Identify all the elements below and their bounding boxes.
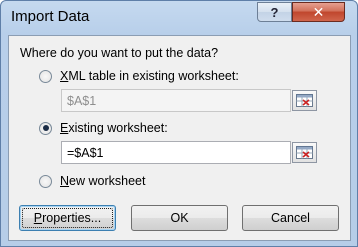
radio-button[interactable] (39, 174, 52, 188)
question-label: Where do you want to put the data? (20, 46, 219, 60)
help-icon: ? (270, 4, 279, 20)
radio-button[interactable] (39, 121, 52, 135)
radio-label: New worksheet (60, 174, 146, 188)
cancel-label: Cancel (271, 211, 310, 225)
xml-range-select-button (292, 90, 317, 111)
window-title: Import Data (11, 8, 90, 25)
radio-label: Existing worksheet: (60, 121, 168, 135)
radio-button[interactable] (39, 69, 52, 83)
help-button[interactable]: ? (257, 2, 292, 22)
ok-button[interactable]: OK (131, 205, 228, 231)
close-icon: ✕ (312, 3, 325, 20)
focus-ring (22, 208, 113, 228)
title-bar[interactable]: Import Data ? ✕ (1, 1, 357, 34)
range-select-icon (296, 94, 313, 107)
radio-existing-worksheet[interactable]: Existing worksheet: (39, 121, 168, 135)
close-button[interactable]: ✕ (292, 2, 345, 22)
properties-button[interactable]: Properties... (19, 205, 116, 231)
import-data-dialog: Import Data ? ✕ Where do you want to put… (0, 0, 358, 247)
radio-new-worksheet[interactable]: New worksheet (39, 174, 145, 188)
existing-worksheet-ref-input[interactable] (61, 141, 291, 164)
dialog-body: Where do you want to put the data? XML t… (8, 35, 351, 241)
xml-table-ref-input (61, 89, 291, 112)
radio-xml-table[interactable]: XML table in existing worksheet: (39, 69, 239, 83)
radio-label: XML table in existing worksheet: (60, 69, 239, 83)
existing-range-select-button[interactable] (292, 142, 317, 163)
cancel-button[interactable]: Cancel (242, 205, 339, 231)
ok-label: OK (170, 211, 189, 225)
range-select-icon (296, 146, 313, 159)
